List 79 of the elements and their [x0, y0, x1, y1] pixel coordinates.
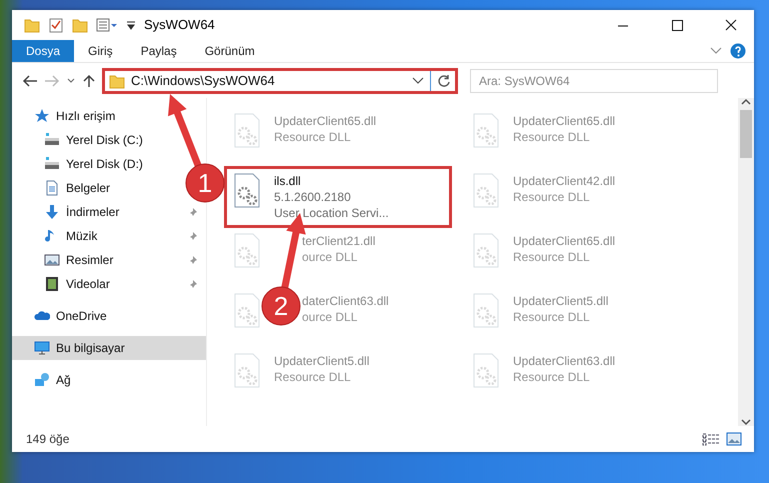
dll-file-icon — [472, 173, 500, 209]
dll-file-icon — [233, 173, 261, 209]
dll-file-icon — [233, 233, 261, 269]
video-icon — [44, 276, 60, 292]
nav-item[interactable]: OneDrive — [12, 304, 115, 328]
pictures-icon — [44, 252, 60, 268]
nav-item[interactable]: Resimler — [12, 248, 206, 272]
file-name: UpdaterClient5.dll — [274, 353, 370, 369]
file-item[interactable]: ils.dll 5.1.2600.2180 User Location Servi... — [224, 166, 452, 228]
dll-file-icon — [472, 113, 500, 149]
up-arrow-icon[interactable] — [82, 74, 96, 88]
file-name: ils.dll — [274, 173, 302, 189]
file-detail: Resource DLL — [513, 369, 591, 385]
scrollbar[interactable] — [738, 98, 754, 426]
file-detail: Resource DLL — [513, 129, 591, 145]
drive-icon — [44, 132, 60, 148]
nav-item[interactable]: Hızlı erişim — [12, 104, 124, 128]
file-detail: Resource DLL — [513, 189, 591, 205]
nav-item[interactable]: Yerel Disk (D:) — [12, 152, 151, 176]
dll-file-icon — [233, 113, 261, 149]
nav-item[interactable]: Videolar — [12, 272, 206, 296]
dll-file-icon — [233, 293, 261, 329]
properties-icon[interactable] — [48, 17, 64, 33]
nav-item[interactable]: Yerel Disk (C:) — [12, 128, 151, 152]
back-arrow-icon[interactable] — [22, 74, 38, 88]
dll-file-icon — [472, 293, 500, 329]
nav-item[interactable]: Bu bilgisayar — [12, 336, 206, 360]
callout-badge — [262, 286, 300, 326]
file-name: UpdaterClient65.dll — [274, 113, 376, 129]
callout-number: 1 — [198, 168, 212, 198]
file-detail: ource DLL — [302, 249, 358, 265]
dll-file-icon — [472, 353, 500, 389]
ribbon-tab[interactable]: Dosya — [12, 40, 74, 62]
file-name: UpdaterClient65.dll — [513, 113, 616, 129]
network-icon — [34, 372, 50, 388]
ribbon-tab[interactable]: Giriş — [74, 40, 127, 62]
large-icons-view-icon[interactable] — [726, 432, 742, 446]
nav-item[interactable]: Belgeler — [12, 176, 118, 200]
star-icon — [34, 108, 50, 124]
window-title: SysWOW64 — [144, 16, 215, 34]
file-name: terClient21.dll — [302, 233, 376, 249]
nav-item[interactable]: Müzik — [12, 224, 206, 248]
help-icon[interactable] — [730, 43, 746, 59]
search-field[interactable]: Ara: SysWOW64 — [470, 68, 718, 92]
expand-ribbon-icon[interactable] — [710, 47, 722, 55]
download-icon — [44, 204, 60, 220]
view-options-icon[interactable] — [96, 17, 118, 33]
address-bar[interactable]: C:\Windows\SysWOW64 — [102, 68, 458, 94]
file-detail: Resource DLL — [274, 369, 352, 385]
scrollbar-thumb[interactable] — [740, 110, 752, 158]
file-name: daterClient63.dll — [302, 293, 389, 309]
file-name: UpdaterClient65.dll — [513, 233, 616, 249]
file-detail: User Location Servi... — [274, 205, 389, 221]
file-detail: Resource DLL — [513, 309, 591, 325]
ribbon-tab[interactable]: Paylaş — [126, 40, 191, 62]
callout-badge — [186, 164, 224, 202]
file-detail: ource DLL — [302, 309, 358, 325]
drive-icon — [44, 156, 60, 172]
scroll-up-icon[interactable] — [741, 98, 751, 106]
details-view-icon[interactable] — [702, 432, 720, 446]
file-detail: 5.1.2600.2180 — [274, 189, 352, 205]
file-detail: Resource DLL — [274, 129, 352, 145]
file-name: UpdaterClient63.dll — [513, 353, 616, 369]
file-name: UpdaterClient42.dll — [513, 173, 616, 189]
file-name: UpdaterClient5.dll — [513, 293, 608, 309]
nav-item[interactable]: Ağ — [12, 368, 79, 392]
folder-icon — [109, 72, 125, 88]
item-count: 149 öğe — [26, 431, 70, 448]
refresh-icon[interactable] — [437, 74, 451, 88]
dll-file-icon — [472, 233, 500, 269]
dropdown-icon[interactable] — [412, 76, 424, 84]
ribbon-tab[interactable]: Görünüm — [190, 40, 269, 62]
dll-file-icon — [233, 353, 261, 389]
callout-number: 2 — [274, 291, 288, 321]
document-icon — [44, 180, 60, 196]
computer-icon — [34, 340, 50, 356]
file-detail: Resource DLL — [513, 249, 591, 265]
nav-item[interactable]: İndirmeler — [12, 200, 206, 224]
scroll-down-icon[interactable] — [741, 418, 751, 426]
